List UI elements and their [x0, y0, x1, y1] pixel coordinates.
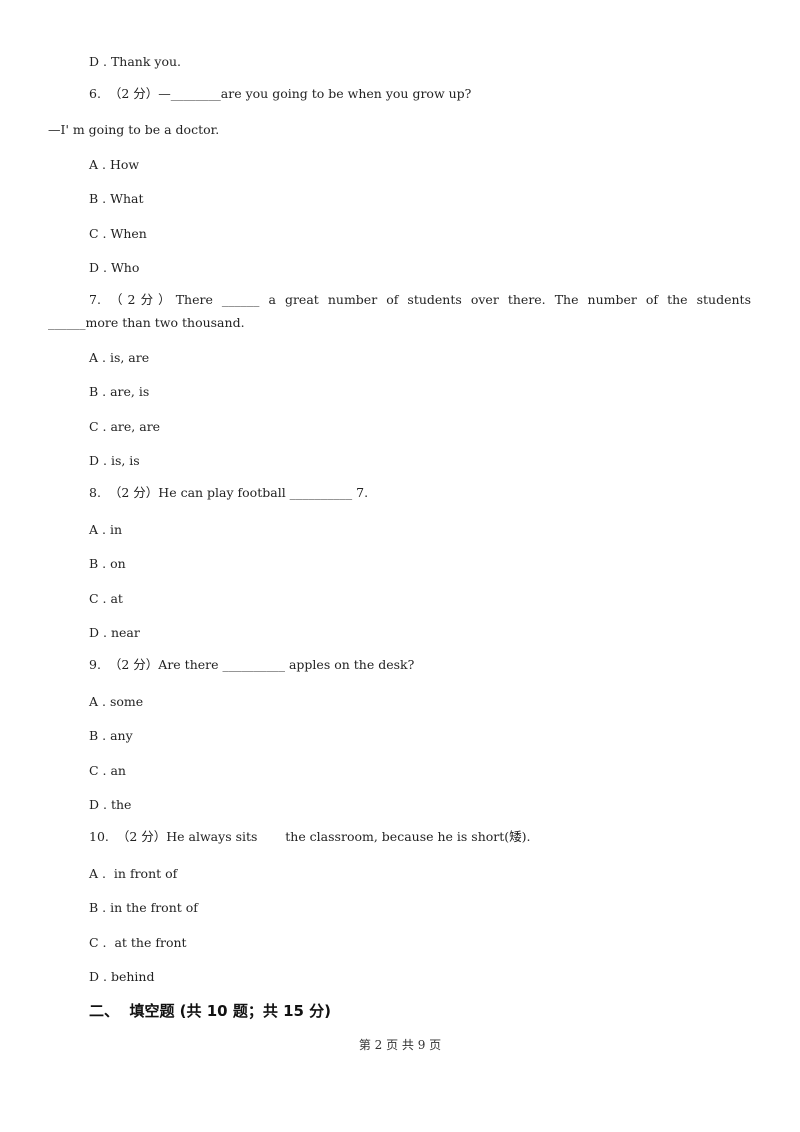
question-stem-continuation: ______more than two thousand.: [48, 315, 245, 330]
option-c: C . at the front: [89, 935, 187, 950]
page-footer: 第 2 页 共 9 页: [358, 1038, 442, 1052]
question-dialogue-reply: —I' m going to be a doctor.: [48, 122, 220, 137]
section-heading: 二、 填空题 (共 10 题；共 15 分): [89, 1002, 332, 1020]
option-b: B . What: [89, 191, 144, 206]
question-stem: 7. （2分）There ______ a great number of st…: [89, 292, 751, 307]
option-d: D . Who: [89, 260, 140, 275]
question-stem: 8. （2 分）He can play football __________ …: [89, 485, 369, 500]
option-c: C . at: [89, 591, 123, 606]
option-b: B . on: [89, 556, 126, 571]
previous-option-d: D . Thank you.: [89, 54, 181, 69]
option-d: D . near: [89, 625, 140, 640]
option-a: A . in: [89, 522, 122, 537]
question-stem: 10. （2 分）He always sits the classroom, b…: [89, 829, 531, 844]
option-b: B . any: [89, 728, 133, 743]
option-b: B . are, is: [89, 384, 150, 399]
option-d: D . the: [89, 797, 132, 812]
option-a: A . some: [89, 694, 144, 709]
option-a: A . in front of: [89, 866, 178, 881]
option-a: A . is, are: [89, 350, 150, 365]
question-stem: 6. （2 分）—________are you going to be whe…: [89, 86, 472, 101]
option-d: D . is, is: [89, 453, 140, 468]
question-stem: 9. （2 分）Are there __________ apples on t…: [89, 657, 415, 672]
option-c: C . When: [89, 226, 147, 241]
option-d: D . behind: [89, 969, 155, 984]
option-a: A . How: [89, 157, 140, 172]
option-c: C . are, are: [89, 419, 161, 434]
option-c: C . an: [89, 763, 126, 778]
option-b: B . in the front of: [89, 900, 198, 915]
